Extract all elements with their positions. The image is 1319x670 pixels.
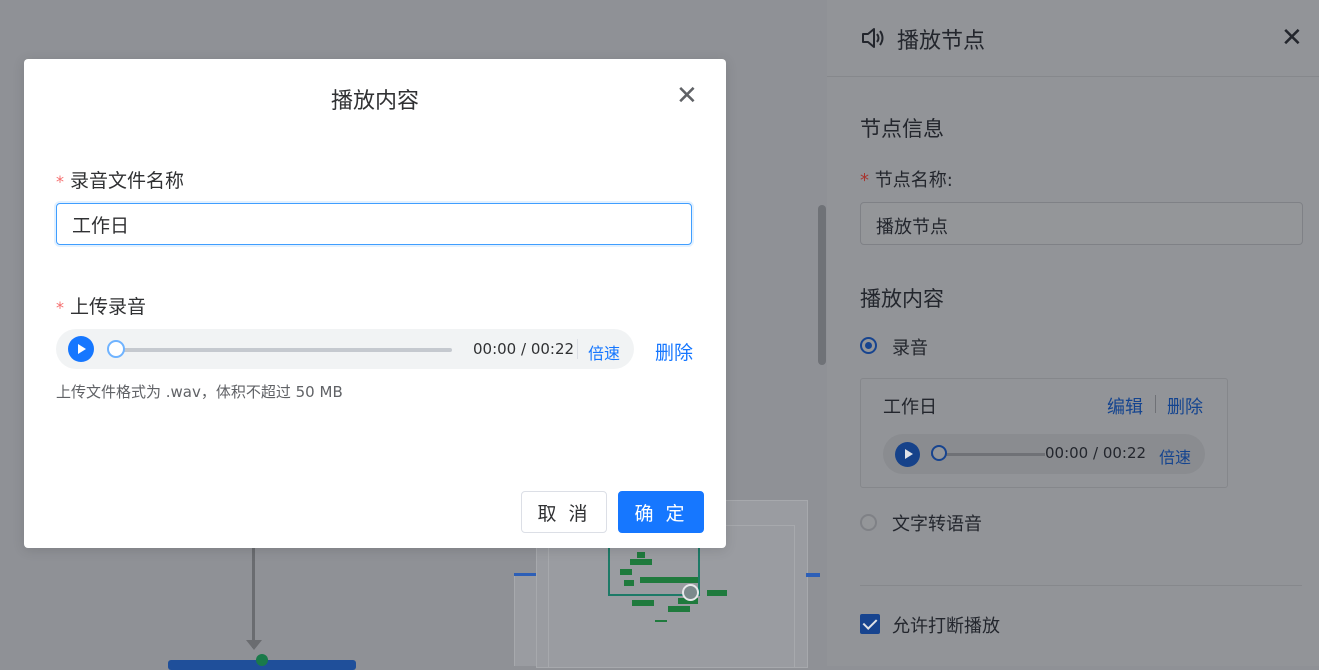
- minimap-node: [637, 552, 645, 558]
- minimap-node: [632, 600, 654, 606]
- upload-hint: 上传文件格式为 .wav，体积不超过 50 MB: [56, 383, 343, 401]
- section-play-content: 播放内容: [860, 287, 944, 311]
- audio-player: 00:00 / 00:22 倍速: [56, 329, 634, 369]
- close-icon[interactable]: ✕: [676, 83, 698, 109]
- progress-track[interactable]: [116, 348, 452, 352]
- minimap-node: [620, 569, 632, 575]
- player-time: 00:00 / 00:22: [1045, 444, 1147, 462]
- radio-tts-label[interactable]: 文字转语音: [892, 510, 982, 536]
- canvas-node-edge: [806, 573, 820, 577]
- edit-link[interactable]: 编辑: [1107, 393, 1143, 419]
- play-icon[interactable]: [68, 336, 94, 362]
- filename-label-text: 录音文件名称: [70, 170, 185, 192]
- node-drawer: 播放节点 ✕ 节点信息 * 节点名称: 播放节点 播放内容 录音 工作日 编辑 …: [827, 0, 1319, 666]
- play-icon[interactable]: [895, 442, 920, 467]
- required-mark: *: [56, 172, 64, 191]
- drawer-title: 播放节点: [897, 29, 986, 54]
- allow-interrupt-label[interactable]: 允许打断播放: [892, 612, 1000, 638]
- link-divider: [1155, 395, 1156, 413]
- minimap-node: [668, 606, 690, 612]
- upload-label: * 上传录音: [56, 292, 146, 319]
- filename-label: * 录音文件名称: [56, 166, 184, 193]
- progress-knob[interactable]: [107, 340, 125, 358]
- flow-arrow-icon: [246, 640, 262, 650]
- radio-recording-label[interactable]: 录音: [892, 334, 928, 360]
- confirm-button[interactable]: 确 定: [618, 491, 704, 533]
- canvas-panel: [514, 576, 537, 666]
- delete-recording-link[interactable]: 删除: [655, 338, 693, 365]
- progress-track[interactable]: [931, 453, 1045, 456]
- upload-label-text: 上传录音: [70, 296, 147, 318]
- required-mark: *: [860, 170, 869, 191]
- filename-input[interactable]: [56, 203, 692, 245]
- speed-button[interactable]: 倍速: [1159, 444, 1191, 468]
- minimap-node: [707, 590, 727, 596]
- minimap-marker: [682, 584, 699, 601]
- player-time: 00:00 / 00:22: [473, 340, 575, 358]
- minimap-node: [655, 620, 667, 622]
- progress-knob[interactable]: [931, 445, 947, 461]
- node-name-value: 播放节点: [876, 217, 948, 238]
- delete-link[interactable]: 删除: [1167, 393, 1203, 419]
- cancel-button[interactable]: 取 消: [521, 491, 607, 533]
- player-divider: [577, 339, 578, 359]
- flow-port: [256, 654, 268, 666]
- drawer-header: 播放节点 ✕: [827, 0, 1319, 77]
- recording-card: 工作日 编辑 删除 00:00 / 00:22 倍速: [860, 378, 1228, 488]
- flow-connector: [252, 548, 255, 648]
- minimap-node: [630, 559, 652, 565]
- play-content-dialog: 播放内容 ✕ * 录音文件名称 * 上传录音 00:00 / 00:22 倍速 删除…: [24, 59, 726, 548]
- divider: [860, 585, 1302, 586]
- radio-tts[interactable]: [860, 514, 877, 531]
- node-name-label: * 节点名称:: [860, 166, 953, 192]
- dialog-title: 播放内容: [330, 89, 419, 114]
- close-icon[interactable]: ✕: [1281, 25, 1303, 51]
- minimap-node: [624, 580, 634, 586]
- minimap-node: [640, 577, 698, 583]
- required-mark: *: [56, 298, 64, 317]
- canvas-scrollbar[interactable]: [818, 205, 826, 365]
- audio-player: 00:00 / 00:22 倍速: [883, 434, 1205, 474]
- node-name-field[interactable]: 播放节点: [860, 202, 1303, 245]
- allow-interrupt-checkbox[interactable]: [860, 614, 880, 634]
- section-node-info: 节点信息: [860, 117, 944, 141]
- speed-button[interactable]: 倍速: [588, 340, 620, 364]
- recording-filename: 工作日: [883, 397, 937, 418]
- radio-recording[interactable]: [860, 337, 877, 354]
- node-name-label-text: 节点名称:: [874, 170, 953, 191]
- speaker-icon: [862, 28, 884, 48]
